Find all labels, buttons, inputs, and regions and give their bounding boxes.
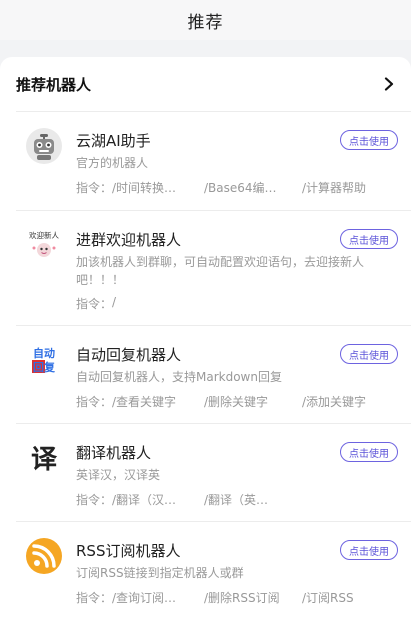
cmd-prefix: 指令： [76,297,113,311]
robot-name: 进群欢迎机器人 [76,231,182,249]
robot-desc: 订阅RSS链接到指定机器人或群 [76,566,244,580]
cmd-prefix: 指令： [76,395,113,409]
recommend-card: 推荐机器人 云湖AI助手 官方的机器人 指令： /时间转换… /Base64编…… [0,57,411,625]
command: / [112,295,117,309]
command: /删除RSS订阅 [204,591,280,605]
command: /查询订阅… [112,591,177,605]
command: /添加关键字 [302,395,367,409]
robot-name: 翻译机器人 [76,444,152,462]
section-title: 推荐机器人 [16,75,92,94]
robot-desc: 自动回复机器人，支持Markdown回复 [76,370,282,384]
command: /翻译（英… [204,493,269,507]
auto-reply-avatar-icon: 自动 回复 [26,342,62,378]
welcome-avatar-icon: 欢迎新人 [26,227,62,263]
command: /翻译（汉… [112,493,177,507]
robot-name: 自动回复机器人 [76,346,182,364]
robot-name: 云湖AI助手 [76,132,151,150]
use-button[interactable]: 点击使用 [340,442,398,462]
list-item[interactable]: RSS订阅机器人 订阅RSS链接到指定机器人或群 指令： /查询订阅… /删除R… [16,521,411,621]
page-title: 推荐 [187,12,224,33]
top-bar: 推荐 [0,0,411,40]
use-button[interactable]: 点击使用 [340,229,398,249]
use-button[interactable]: 点击使用 [340,540,398,560]
list-item[interactable]: 云湖AI助手 官方的机器人 指令： /时间转换… /Base64编… /计算器帮… [16,111,411,210]
cmd-prefix: 指令： [76,591,113,605]
robot-commands: 指令： /查看关键字 /删除关键字 /添加关键字 [76,393,366,410]
list-item[interactable]: 欢迎新人 进群欢迎机器人 加该机器人到群聊，可自动配置欢迎语句，去迎接新人吧！！… [16,210,411,325]
cmd-prefix: 指令： [76,181,113,195]
avatar-text: 自动 [33,346,55,360]
cmd-prefix: 指令： [76,493,113,507]
avatar-text: 译 [31,445,58,475]
command: /时间转换… [112,181,177,195]
rss-icon [26,538,62,574]
command: /订阅RSS [302,591,354,605]
robot-list: 云湖AI助手 官方的机器人 指令： /时间转换… /Base64编… /计算器帮… [16,111,411,621]
command: /计算器帮助 [302,181,367,195]
avatar-text: 欢迎新人 [29,230,59,240]
command: /删除关键字 [204,395,269,409]
use-button[interactable]: 点击使用 [340,344,398,364]
chevron-right-icon[interactable] [381,76,397,92]
robot-name: RSS订阅机器人 [76,542,181,560]
list-item[interactable]: 译 翻译机器人 英译汉，汉译英 指令： /翻译（汉… /翻译（英… 点击使用 [16,423,411,521]
robot-desc: 官方的机器人 [76,156,149,170]
avatar-text: 回复 [33,360,56,374]
robot-commands: 指令： /时间转换… /Base64编… /计算器帮助 [76,179,366,196]
command: /Base64编… [204,181,277,195]
list-item[interactable]: 自动 回复 自动回复机器人 自动回复机器人，支持Markdown回复 指令： /… [16,325,411,423]
robot-desc: 英译汉，汉译英 [76,468,161,482]
robot-commands: 指令： /查询订阅… /删除RSS订阅 /订阅RSS [76,589,354,606]
command: /查看关键字 [112,395,177,409]
section-header[interactable]: 推荐机器人 [0,57,411,111]
robot-desc: 加该机器人到群聊，可自动配置欢迎语句，去迎接新人吧！！！ [76,255,365,287]
robot-commands: 指令： / [76,295,116,312]
robot-avatar-icon [26,128,62,164]
robot-commands: 指令： /翻译（汉… /翻译（英… [76,491,268,508]
use-button[interactable]: 点击使用 [340,130,398,150]
translate-avatar-icon: 译 [26,440,62,476]
